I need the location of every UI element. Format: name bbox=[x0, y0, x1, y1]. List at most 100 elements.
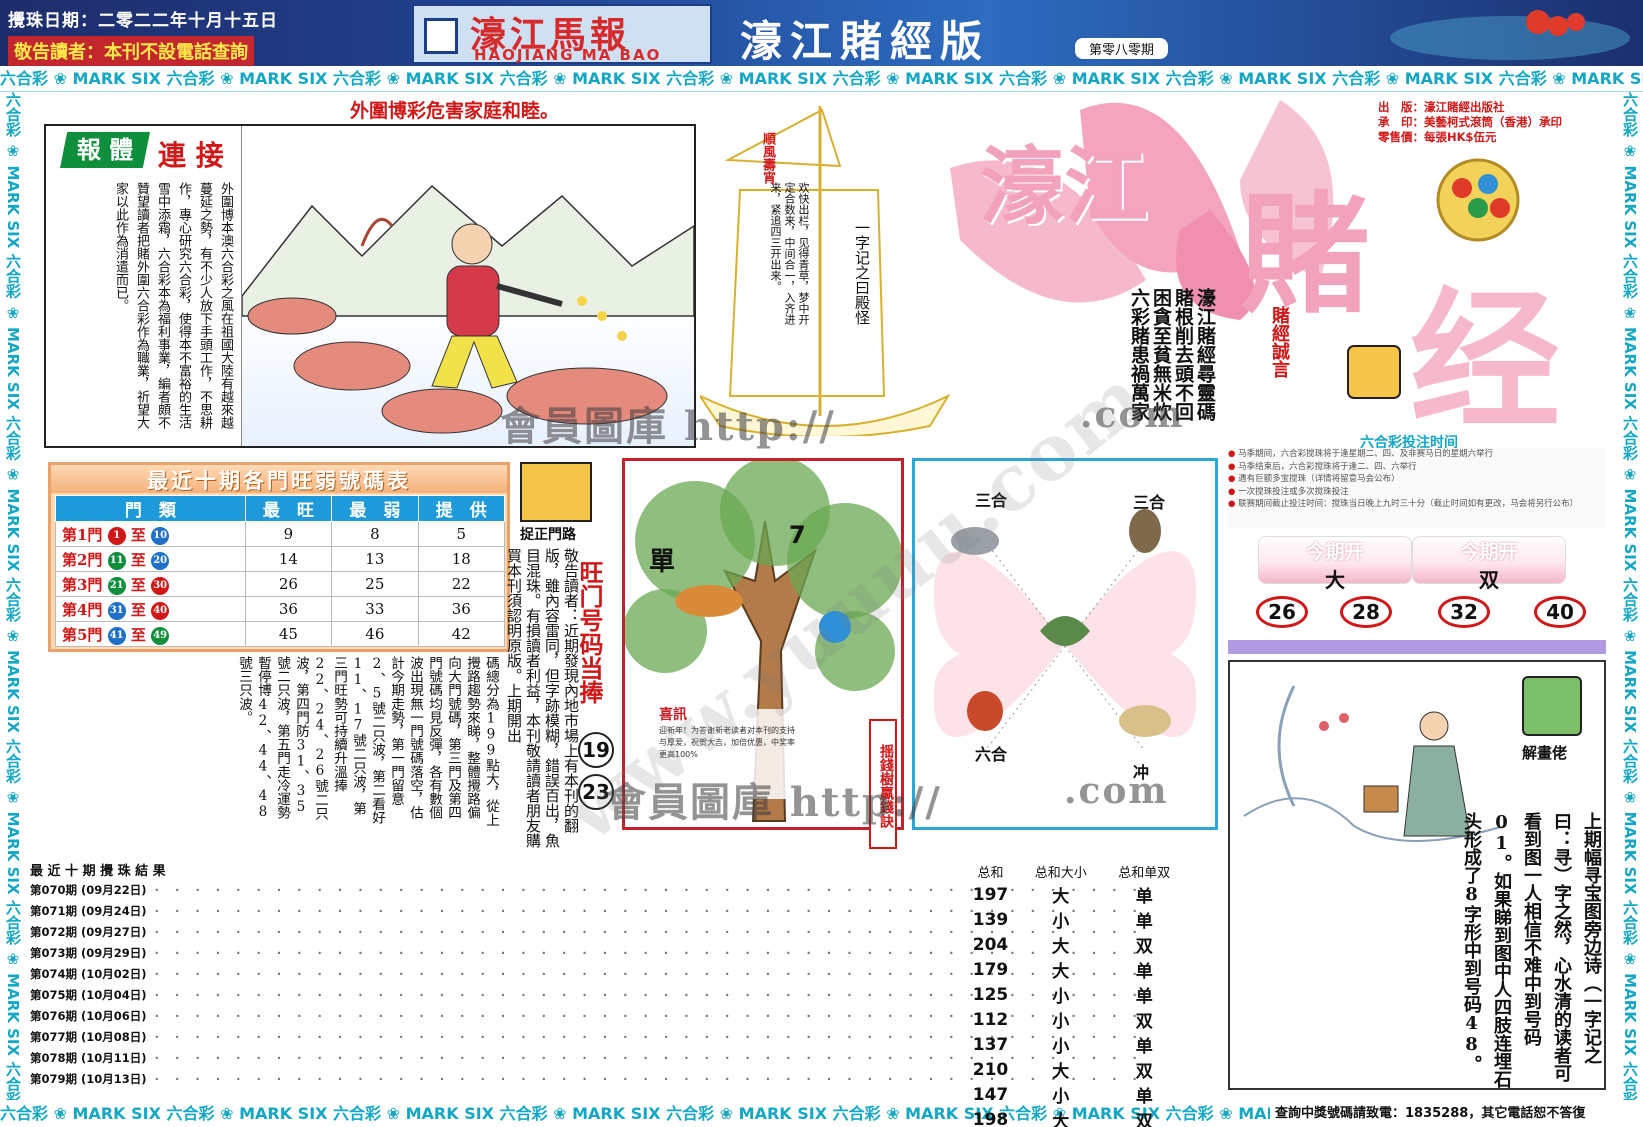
issue-number: 第零八零期 bbox=[1075, 38, 1169, 59]
parity-label: 今期开 bbox=[1460, 541, 1518, 563]
parity-cell: 双 bbox=[1135, 1112, 1153, 1127]
issue-cell: 第076期 bbox=[30, 1009, 78, 1023]
hot-cell: 36 bbox=[244, 596, 333, 622]
gate-label: 捉正門路 bbox=[520, 527, 576, 543]
hot-cell: 45 bbox=[244, 621, 333, 647]
pointing-hand-icon bbox=[1522, 676, 1582, 736]
bet-item: 遇有巨额多宝搅珠（详情将留意马会公布） bbox=[1228, 473, 1606, 486]
rooster-icon bbox=[967, 691, 1003, 731]
parity-cell: 双 bbox=[1135, 937, 1153, 957]
issue-cell: 第075期 bbox=[30, 988, 78, 1002]
title-big-3: 经 bbox=[1410, 273, 1561, 449]
table-row: 210 大 双 bbox=[962, 1057, 1186, 1083]
size-cell: 小 bbox=[1052, 912, 1070, 932]
bet-item: 马季期间，六合彩搅珠将于逢星期二、四、及非赛马日的星期六举行 bbox=[1228, 448, 1606, 461]
date-cell: (09月22日) bbox=[81, 883, 147, 897]
ball-icon: 40 bbox=[151, 601, 170, 620]
date-cell: (10月06日) bbox=[81, 1009, 147, 1023]
cold-cell: 25 bbox=[331, 571, 419, 597]
col-header: 門 類 bbox=[55, 495, 246, 522]
size-value: 大 bbox=[1325, 568, 1345, 592]
motto-label: 賭經誠言 bbox=[1269, 306, 1290, 378]
date-cell: (10月11日) bbox=[81, 1051, 147, 1065]
sum-cell: 112 bbox=[972, 1009, 1009, 1030]
size-label: 今期开 bbox=[1306, 541, 1364, 563]
sum-cell: 210 bbox=[972, 1059, 1009, 1080]
tip-cell: 36 bbox=[417, 596, 506, 622]
parity-cell: 单 bbox=[1135, 987, 1153, 1007]
ball-icon: 31 bbox=[107, 601, 126, 620]
table-title: 最近十期各門旺弱號碼表 bbox=[51, 465, 507, 493]
bet-item: 一次搅珠投注或多次搅珠投注 bbox=[1228, 486, 1606, 499]
table-row: 198 大 双 bbox=[962, 1107, 1186, 1127]
flag-text: 順風壽宵 bbox=[760, 132, 775, 184]
hot-cell: 9 bbox=[244, 521, 333, 547]
book-icon bbox=[424, 18, 458, 54]
riddle-text: 上期幅寻宝图旁边诗（一字记之曰：寻）字之然，心水清的读者可看到图一人相信不难中到… bbox=[1461, 812, 1602, 1088]
masthead-logo: 濠江馬報 HAOJIANG MA BAO bbox=[412, 4, 712, 64]
title-big-1: 濠江 bbox=[980, 137, 1149, 236]
parity-cell: 双 bbox=[1135, 1062, 1153, 1082]
date-cell: (10月04日) bbox=[81, 988, 147, 1002]
date-cell: (10月08日) bbox=[81, 1030, 147, 1044]
tag-label: 報 體 bbox=[60, 132, 150, 168]
table-row: 第073期 (09月29日) · · · · · · · · · · · · ·… bbox=[30, 945, 1137, 966]
sailboat-poem: 順風壽宵 欢快出栏，见得青草，梦中开定合数来，中间合一，入齐进来，紧追四三开出来… bbox=[700, 96, 950, 436]
sum-cell: 198 bbox=[972, 1109, 1009, 1127]
ball-icon: 11 bbox=[107, 551, 126, 570]
size-result: 今期开 大 bbox=[1258, 536, 1412, 592]
decorative-art bbox=[1390, 10, 1630, 60]
gate-cell: 第5門 41 至 49 bbox=[55, 621, 246, 647]
size-cell: 大 bbox=[1052, 937, 1070, 957]
issue-cell: 第070期 bbox=[30, 883, 78, 897]
hot-cell: 26 bbox=[244, 571, 333, 597]
size-cell: 小 bbox=[1052, 1012, 1070, 1032]
sailboat-illustration bbox=[700, 106, 950, 436]
price-line: 零售價：每張HK$伍元 bbox=[1378, 130, 1497, 144]
hand-gesture-icon bbox=[520, 462, 592, 522]
ball-icon: 1 bbox=[107, 526, 126, 545]
table-row: 第071期 (09月24日) · · · · · · · · · · · · ·… bbox=[30, 903, 1137, 924]
date-cell: (09月29日) bbox=[81, 946, 147, 960]
issue-cell: 第073期 bbox=[30, 946, 78, 960]
border-band-top: 六合彩 ❀ MARK SIX 六合彩 ❀ MARK SIX 六合彩 ❀ MARK… bbox=[0, 66, 1643, 92]
sum-cell: 204 bbox=[972, 934, 1009, 955]
table-row: 第1門 1 至 10 9 8 5 bbox=[55, 521, 506, 547]
gate-cell: 第3門 21 至 30 bbox=[55, 571, 246, 597]
sum-header: 总和 bbox=[977, 865, 1004, 881]
ball-icon: 20 bbox=[151, 551, 170, 570]
results-header: 最 近 十 期 攪 珠 結 果 bbox=[30, 860, 960, 880]
table-row: 第5門 41 至 49 45 46 42 bbox=[55, 621, 506, 647]
publisher-line: 出 版：濠江賭經出版社 bbox=[1378, 100, 1505, 114]
sum-table: 总和 总和大小 总和单双 197 大 单 139 小 单 204 大 双 179 大 … bbox=[962, 860, 1186, 1127]
issue-cell: 第074期 bbox=[30, 967, 78, 981]
table-row: 第077期 (10月08日) · · · · · · · · · · · · ·… bbox=[30, 1029, 1137, 1050]
size-cell: 小 bbox=[1052, 1037, 1070, 1057]
table-row: 第4門 31 至 40 36 33 36 bbox=[55, 596, 506, 622]
results-title: 最 近 十 期 攪 珠 結 果 bbox=[30, 864, 166, 879]
tree-label-single: 單 bbox=[649, 547, 676, 577]
tip-number: 26 bbox=[1256, 596, 1308, 628]
date-cell: (09月27日) bbox=[81, 925, 147, 939]
size-cell: 大 bbox=[1052, 1062, 1070, 1082]
tip-cell: 5 bbox=[417, 521, 506, 547]
hotline-text: 查詢中獎號碼請致電：1835288，其它電話恕不答復 bbox=[1275, 1106, 1586, 1121]
table-row: 第076期 (10月06日) · · · · · · · · · · · · ·… bbox=[30, 1008, 1137, 1029]
ad-text-box: 報 體 連 接 外圍博本澳六合彩之風在祖國大陸有越來越蔓延之勢，有不少人放下手頭… bbox=[46, 126, 242, 446]
parity-result: 今期开 双 bbox=[1412, 536, 1566, 592]
border-band-left: 六合彩 ❀ MARK SIX 六合彩 ❀ MARK SIX 六合彩 ❀ MARK… bbox=[0, 92, 26, 1100]
results-grid: 第070期 (09月22日) · · · · · · · · · · · · ·… bbox=[30, 882, 1137, 1092]
riddle-label: 解畫佬 bbox=[1522, 744, 1568, 762]
date-cell: (09月24日) bbox=[81, 904, 147, 918]
table-row: 第072期 (09月27日) · · · · · · · · · · · · ·… bbox=[30, 924, 1137, 945]
monkey-icon bbox=[1129, 509, 1161, 553]
pointing-hand-icon bbox=[1347, 345, 1401, 399]
publisher-info: 出 版：濠江賭經出版社 承 印：美藝柯式滾筒（香港）承印 零售價：每張HK$伍元 bbox=[1378, 100, 1562, 145]
col-header: 最 旺 bbox=[244, 495, 333, 522]
size-cell: 大 bbox=[1052, 887, 1070, 907]
tip-cell: 22 bbox=[417, 571, 506, 597]
table-grid: 門 類 最 旺 最 弱 提 供 第1門 1 至 10 9 8 5 第2門 11 … bbox=[55, 495, 506, 647]
table-row: 204 大 双 bbox=[962, 932, 1186, 958]
divider-bar bbox=[1228, 640, 1606, 654]
parity-cell: 单 bbox=[1135, 1037, 1153, 1057]
